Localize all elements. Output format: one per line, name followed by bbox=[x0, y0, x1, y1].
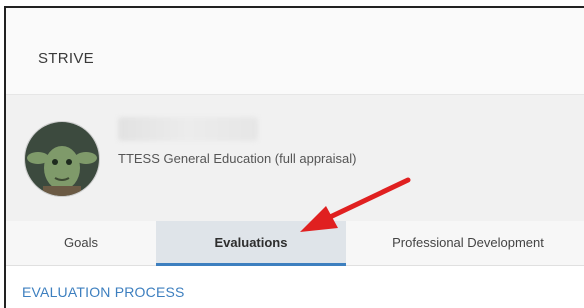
section-title: EVALUATION PROCESS bbox=[22, 284, 185, 300]
app-title: STRIVE bbox=[38, 50, 94, 67]
evaluation-type-label: TTESS General Education (full appraisal) bbox=[118, 151, 357, 166]
profile-banner: TTESS General Education (full appraisal) bbox=[6, 95, 584, 221]
tab-professional-development[interactable]: Professional Development bbox=[346, 221, 584, 263]
avatar[interactable] bbox=[24, 121, 100, 197]
avatar-photo-icon bbox=[25, 122, 99, 196]
tab-evaluations[interactable]: Evaluations bbox=[156, 221, 346, 266]
redacted-name bbox=[118, 117, 258, 141]
tab-bar: Goals Evaluations Professional Developme… bbox=[6, 221, 584, 266]
app-window: STRIVE TTESS General Education (full app… bbox=[4, 6, 584, 308]
app-header: STRIVE bbox=[6, 8, 584, 95]
tab-goals[interactable]: Goals bbox=[6, 221, 156, 263]
